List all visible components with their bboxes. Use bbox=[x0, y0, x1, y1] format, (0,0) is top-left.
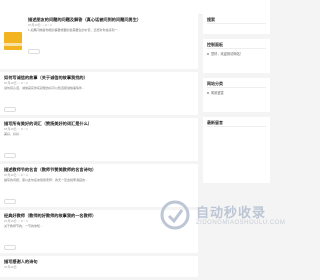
post-excerpt: 说句真心话，诚信其实你实就能的好可以知道把诚信事情件... bbox=[4, 86, 85, 90]
welcome-text: 您好，欢迎到访网站！ bbox=[207, 52, 266, 57]
control-panel-widget: 控制面板 您好，欢迎到访网站！ bbox=[203, 39, 270, 73]
sidebar: 搜索 控制面板 您好，欢迎到访网站！ 网站分类 风景鉴赏 最新留言 bbox=[203, 14, 270, 188]
widget-title: 网站分类 bbox=[207, 81, 266, 88]
read-more-button[interactable] bbox=[4, 199, 16, 204]
post-thumbnail[interactable] bbox=[4, 32, 22, 50]
read-more-button[interactable] bbox=[4, 153, 16, 158]
top-bar bbox=[0, 0, 270, 15]
post-excerpt: 美好，好好... bbox=[4, 132, 22, 136]
post-card[interactable]: 描写感谢人的诗句 07月10日 bbox=[0, 256, 198, 277]
category-link[interactable]: 风景鉴赏 bbox=[207, 91, 266, 96]
watermark: 自动秒收录 ZIDONGMIAOSHOULU.COM bbox=[160, 200, 285, 240]
read-more-button[interactable] bbox=[4, 245, 16, 250]
widget-title: 搜索 bbox=[207, 17, 266, 24]
watermark-logo-icon bbox=[160, 200, 190, 230]
watermark-subtext: ZIDONGMIAOSHOULU.COM bbox=[196, 220, 286, 226]
category-widget: 网站分类 风景鉴赏 bbox=[203, 78, 270, 112]
read-more-button[interactable] bbox=[4, 107, 16, 112]
post-card[interactable]: 描述朋友的问题的问题及解答（真心话被问到的问题问男生） 07月10日 ♡ 0 ○… bbox=[0, 14, 198, 69]
post-card[interactable]: 如何写诚信的故事（关于诚信的故事我找的） 07月10日 ♡ 0 ○ 2 说句真心… bbox=[0, 72, 198, 115]
recent-comments-widget: 最新留言 bbox=[203, 117, 270, 183]
watermark-text: 自动秒收录 bbox=[196, 205, 267, 220]
post-card[interactable]: 描写所有美好的词汇（赞扬美好的词汇是什么） 07月10日 ♡ 0 ○ 1 美好，… bbox=[0, 118, 198, 161]
widget-title: 最新留言 bbox=[207, 120, 266, 127]
post-excerpt: 1.如果问她答你能的事要或要的最需要生的价值，还想对你说感到一... bbox=[28, 28, 121, 32]
post-list: 描述朋友的问题的问题及解答（真心话被问到的问题问男生） 07月10日 ♡ 0 ○… bbox=[0, 14, 198, 280]
widget-title: 控制面板 bbox=[207, 42, 266, 49]
top-widget: 搜索 bbox=[203, 14, 270, 34]
bullet-icon bbox=[207, 53, 209, 56]
read-more-button[interactable] bbox=[28, 49, 40, 54]
bullet-icon bbox=[207, 92, 209, 95]
post-excerpt: 描写的问题，谨以此句名言赞扬老师：春天一定会桃李满园的... bbox=[4, 178, 88, 182]
